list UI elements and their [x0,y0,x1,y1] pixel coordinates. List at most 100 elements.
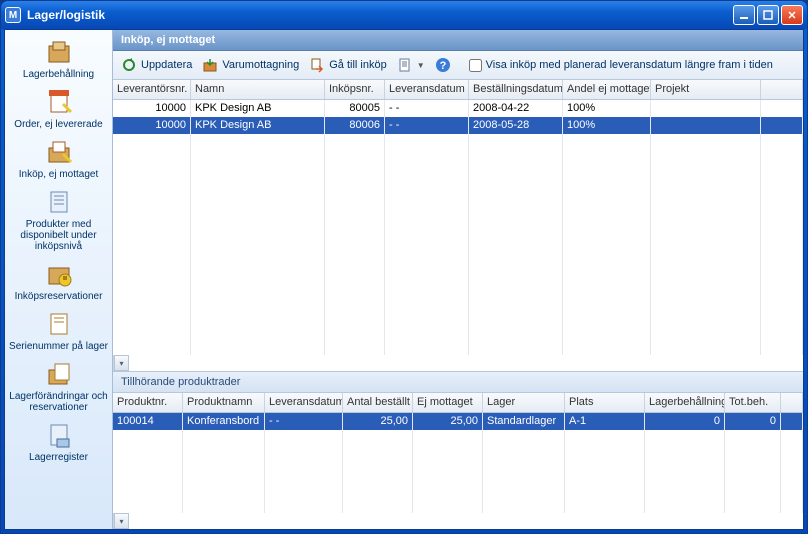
titlebar[interactable]: M Lager/logistik [1,1,807,29]
cell [651,100,761,117]
box-in-icon [202,57,218,73]
receive-button[interactable]: Varumottagning [202,57,299,73]
table-row[interactable]: 10000KPK Design AB80005- -2008-04-22100% [113,100,803,117]
cell: - - [385,100,469,117]
cell: KPK Design AB [191,117,325,134]
cell: 2008-05-28 [469,117,563,134]
table-header: Produktnr.ProduktnamnLeveransdatumAntal … [113,393,803,413]
sidebar-item-lagerregister[interactable]: Lagerregister [7,417,110,467]
purchases-grid[interactable]: Leverantörsnr.NamnInköpsnr.Leveransdatum… [113,80,803,371]
lagerbehallning-icon [43,36,75,68]
cell: Konferansbord [183,413,265,430]
cell [651,117,761,134]
goto-label: Gå till inköp [329,59,386,71]
maximize-button[interactable] [757,5,779,25]
scrollbar[interactable]: ▴ ▾ [113,355,129,371]
help-button[interactable]: ? [435,57,451,73]
column-header[interactable]: Tot.beh. [725,393,781,412]
scroll-down-icon[interactable]: ▾ [114,355,129,371]
show-planned-checkbox[interactable] [469,59,482,72]
table-row[interactable]: 10000KPK Design AB80006- -2008-05-28100% [113,117,803,134]
table-header: Leverantörsnr.NamnInköpsnr.Leveransdatum… [113,80,803,100]
panel-title: Inköp, ej mottaget [113,30,803,51]
goto-icon [309,57,325,73]
column-header[interactable]: Leverantörsnr. [113,80,191,99]
subpanel-title: Tillhörande produktrader [113,371,803,393]
document-dropdown-button[interactable]: ▼ [397,57,425,73]
sidebar-item-inkop-ej-mottaget[interactable]: Inköp, ej mottaget [7,134,110,184]
sidebar-item-label: Inköp, ej mottaget [19,169,99,180]
column-header[interactable]: Namn [191,80,325,99]
sidebar-item-label: Lagerförändringar och reservationer [7,391,110,413]
table-row[interactable]: 100014Konferansbord- -25,0025,00Standard… [113,413,803,430]
cell: 25,00 [343,413,413,430]
lagerregister-icon [43,419,75,451]
produkter-disponibelt-icon [43,186,75,218]
serienummer-icon [43,308,75,340]
column-header[interactable]: Ej mottaget [413,393,483,412]
sidebar-item-label: Lagerregister [29,452,88,463]
main-area: Inköp, ej mottaget Uppdatera Varumottagn… [113,30,803,529]
show-planned-label: Visa inköp med planerad leveransdatum lä… [486,59,773,71]
inkopsreservationer-icon [43,258,75,290]
column-header[interactable]: Lager [483,393,565,412]
cell: 10000 [113,117,191,134]
close-button[interactable] [781,5,803,25]
app-window: M Lager/logistik Lagerbehållning Order, e… [0,0,808,534]
cell: 25,00 [413,413,483,430]
cell: 0 [725,413,781,430]
column-header[interactable]: Projekt [651,80,761,99]
toolbar: Uppdatera Varumottagning Gå till inköp [113,51,803,80]
cell: 0 [645,413,725,430]
sidebar-item-label: Produkter med disponibelt under inköpsni… [7,219,110,252]
receive-label: Varumottagning [222,59,299,71]
cell: 2008-04-22 [469,100,563,117]
refresh-button[interactable]: Uppdatera [121,57,192,73]
table-body[interactable]: 10000KPK Design AB80005- -2008-04-22100%… [113,100,803,355]
order-ej-levererade-icon [43,86,75,118]
sidebar-item-order-ej-levererade[interactable]: Order, ej levererade [7,84,110,134]
cell: KPK Design AB [191,100,325,117]
sidebar-item-serienummer[interactable]: Serienummer på lager [7,306,110,356]
cell: 100% [563,100,651,117]
dropdown-arrow-icon: ▼ [417,61,425,70]
column-header[interactable]: Inköpsnr. [325,80,385,99]
column-header[interactable]: Leveransdatum [385,80,469,99]
cell: 80005 [325,100,385,117]
refresh-icon [121,57,137,73]
sidebar: Lagerbehållning Order, ej levererade Inköp… [5,30,113,529]
scrollbar[interactable]: ▴ ▾ [113,513,129,529]
product-lines-grid[interactable]: Produktnr.ProduktnamnLeveransdatumAntal … [113,393,803,529]
cell: Standardlager [483,413,565,430]
sidebar-item-lagerforandringar[interactable]: Lagerförändringar och reservationer [7,356,110,417]
sidebar-item-label: Order, ej levererade [14,119,102,130]
cell: 80006 [325,117,385,134]
cell: A-1 [565,413,645,430]
column-header[interactable]: Produktnamn [183,393,265,412]
cell: - - [265,413,343,430]
sidebar-item-label: Inköpsreservationer [15,291,103,302]
column-header[interactable]: Leveransdatum [265,393,343,412]
column-header[interactable]: Plats [565,393,645,412]
column-header[interactable]: Produktnr. [113,393,183,412]
help-icon: ? [435,57,451,73]
goto-button[interactable]: Gå till inköp [309,57,386,73]
column-header[interactable]: Beställningsdatum [469,80,563,99]
client-area: Lagerbehållning Order, ej levererade Inköp… [4,29,804,530]
minimize-button[interactable] [733,5,755,25]
cell: 100% [563,117,651,134]
sidebar-item-lagerbehallning[interactable]: Lagerbehållning [7,34,110,84]
column-header[interactable]: Andel ej mottaget [563,80,651,99]
app-icon: M [5,7,21,23]
column-header[interactable]: Antal beställt [343,393,413,412]
inkop-ej-mottaget-icon [43,136,75,168]
svg-text:?: ? [439,60,446,72]
sidebar-item-produkter-disponibelt[interactable]: Produkter med disponibelt under inköpsni… [7,184,110,256]
scroll-down-icon[interactable]: ▾ [114,513,129,529]
cell: 10000 [113,100,191,117]
column-header[interactable]: Lagerbehållning [645,393,725,412]
cell: - - [385,117,469,134]
sidebar-item-inkopsreservationer[interactable]: Inköpsreservationer [7,256,110,306]
refresh-label: Uppdatera [141,59,192,71]
table-body[interactable]: 100014Konferansbord- -25,0025,00Standard… [113,413,803,513]
